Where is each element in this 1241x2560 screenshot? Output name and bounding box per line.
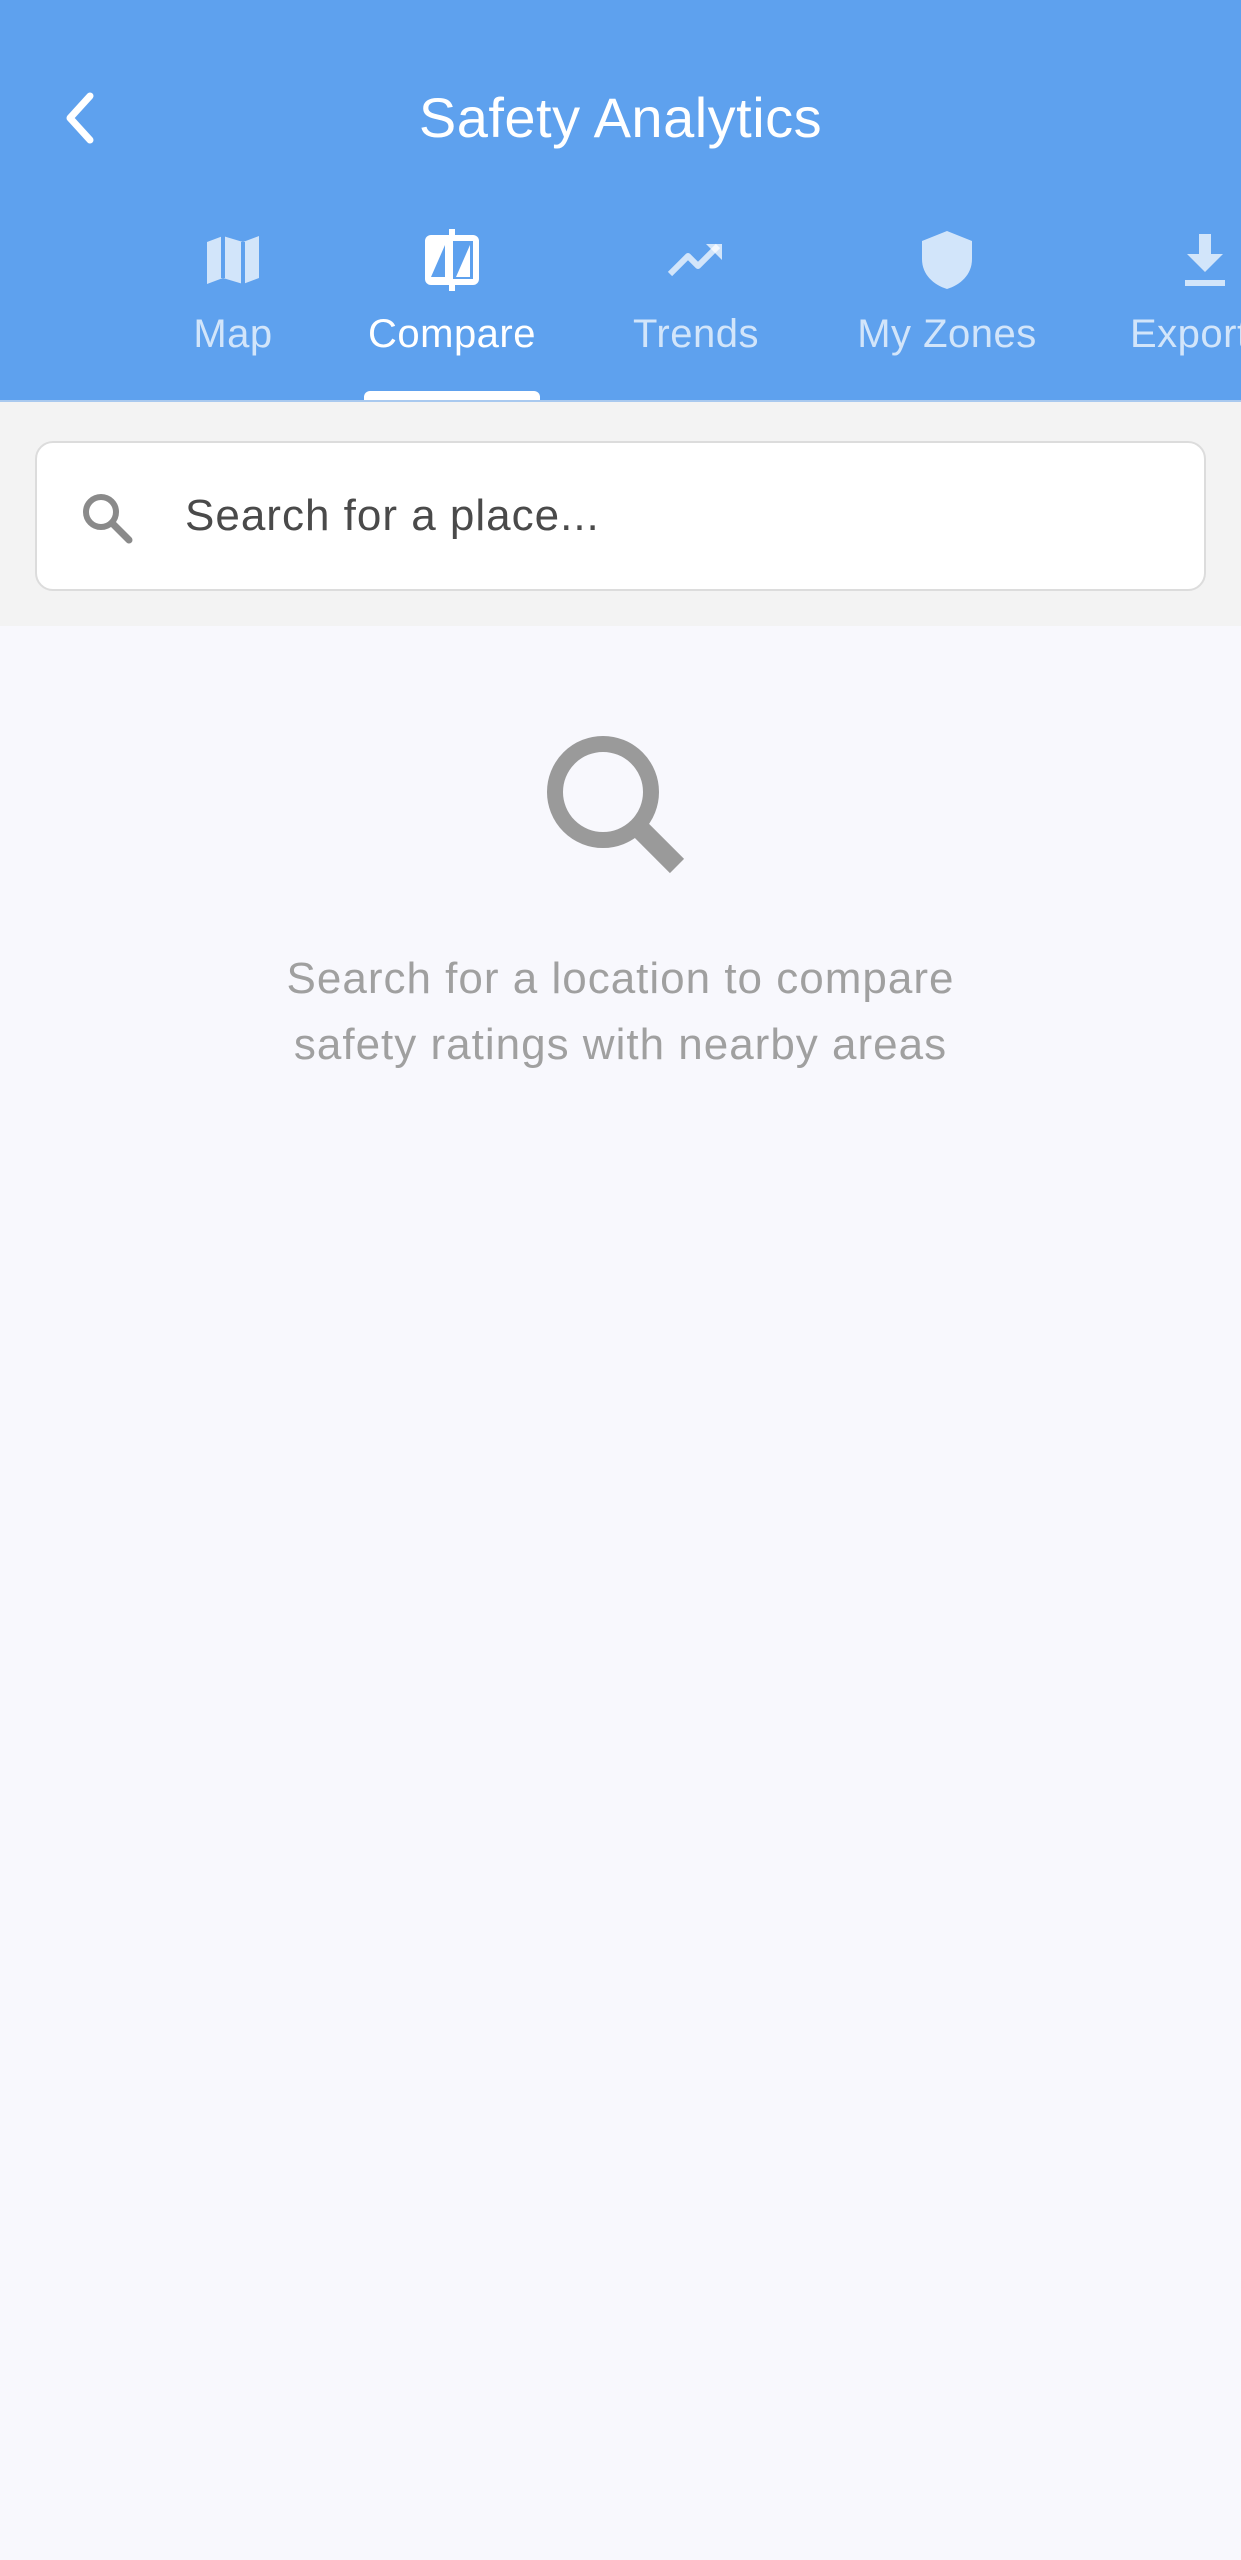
compare-icon	[425, 229, 479, 291]
tab-label: Map	[193, 312, 273, 356]
empty-state-line: Search for a location to compare	[286, 954, 955, 1003]
tab-label: Export	[1130, 312, 1241, 356]
search-icon	[83, 494, 133, 544]
active-tab-indicator	[364, 391, 540, 400]
empty-state-line: safety ratings with nearby areas	[293, 1020, 948, 1069]
tab-compare[interactable]: Compare	[364, 228, 540, 400]
shield-icon	[922, 231, 972, 289]
tab-label: Trends	[632, 312, 759, 356]
empty-state: Search for a location to compare safety …	[0, 626, 1241, 2560]
search-icon	[547, 736, 685, 874]
search-section	[0, 402, 1241, 626]
tab-label: My Zones	[857, 312, 1037, 356]
download-icon	[1185, 234, 1225, 286]
tab-label: Compare	[367, 312, 536, 356]
trending-up-icon	[667, 243, 722, 277]
app-header: Safety Analytics Map Compare Trends My Z…	[0, 0, 1241, 402]
tab-map[interactable]: Map	[183, 228, 283, 400]
page-title: Safety Analytics	[418, 86, 823, 149]
tab-export[interactable]: Export	[1130, 228, 1241, 400]
empty-state-message: Search for a location to compare safety …	[120, 946, 1121, 1078]
tab-trends[interactable]: Trends	[628, 228, 764, 400]
search-input[interactable]	[185, 443, 1175, 589]
map-icon	[207, 236, 259, 284]
tab-my-zones[interactable]: My Zones	[852, 228, 1042, 400]
search-bar[interactable]	[35, 441, 1206, 591]
